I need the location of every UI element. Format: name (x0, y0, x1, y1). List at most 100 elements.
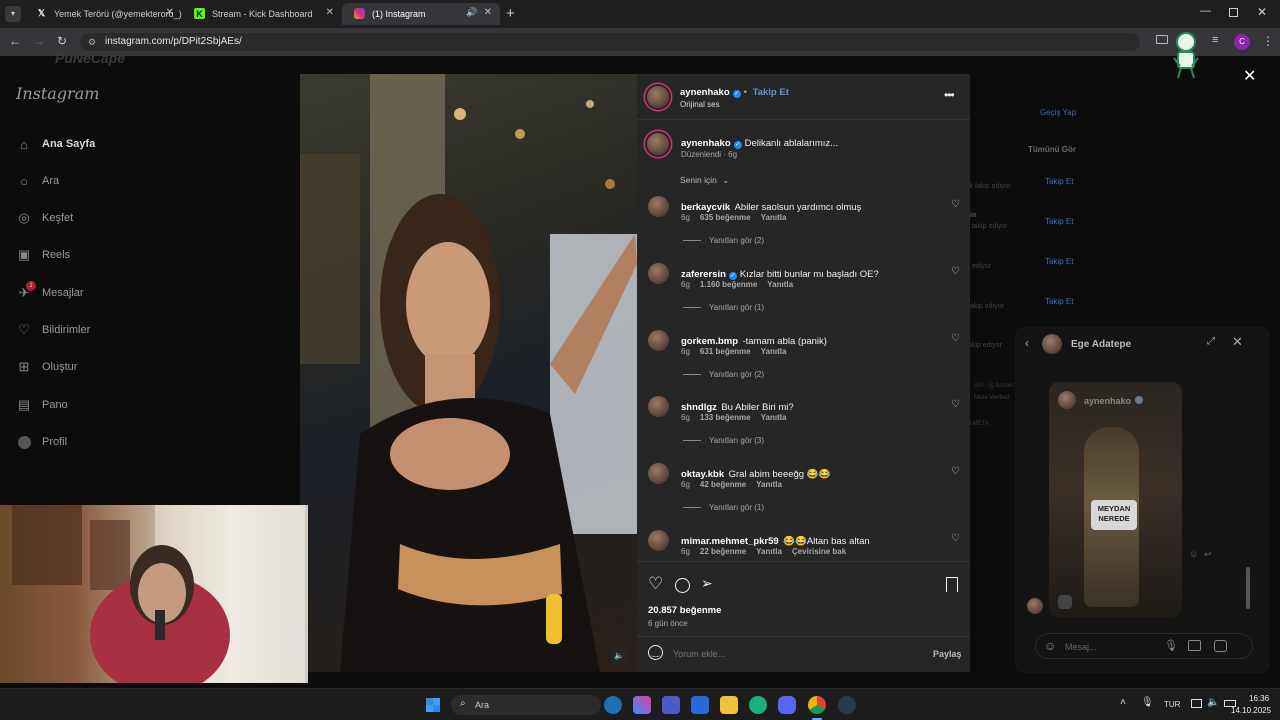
start-icon[interactable] (426, 698, 440, 712)
clock-time[interactable]: 16:36 (1249, 694, 1269, 703)
author-avatar[interactable] (647, 86, 669, 108)
see-all-link[interactable]: Tümünü Gör (1028, 145, 1076, 154)
message-input[interactable]: ☺ Mesaj... 🎙 (1035, 633, 1253, 659)
chrome-icon[interactable] (808, 696, 826, 714)
comment-reply-button[interactable]: Yanıtla (761, 347, 787, 356)
emoji-icon[interactable]: ‿ (648, 645, 663, 660)
microphone-icon[interactable]: 🎙 (1141, 697, 1154, 708)
new-tab-button[interactable]: + (506, 5, 515, 22)
comment-icon[interactable] (675, 578, 690, 593)
comment-like-icon[interactable]: ♡ (951, 466, 960, 477)
chat-avatar[interactable] (1042, 334, 1062, 354)
post-time[interactable]: 6 gün önce (648, 619, 688, 628)
profile-avatar[interactable]: C (1234, 34, 1250, 50)
post-comment-button[interactable]: Paylaş (933, 649, 962, 659)
chevron-up-icon[interactable]: ˄ (1120, 697, 1126, 708)
comment-reply-button[interactable]: Yanıtla (756, 480, 782, 489)
comment-likes[interactable]: 22 beğenme (700, 547, 746, 556)
site-info-icon[interactable]: ⚙ (88, 33, 96, 51)
expand-icon[interactable]: ⤢ (1207, 336, 1215, 347)
comment-like-icon[interactable]: ♡ (951, 533, 960, 544)
sort-dropdown[interactable]: Senin için ⌄ (680, 175, 729, 186)
clock-date[interactable]: 14.10.2025 (1231, 706, 1271, 715)
nav-home[interactable]: ⌂ Ana Sayfa (16, 136, 95, 152)
chat-contact-name[interactable]: Ege Adatepe (1071, 339, 1131, 350)
comment-reply-button[interactable]: Yanıtla (756, 547, 782, 556)
comment-age[interactable]: 6g (681, 413, 690, 422)
reading-list-icon[interactable]: ≡ (1212, 34, 1218, 46)
share-icon[interactable]: ➢ (701, 575, 713, 592)
comment-likes[interactable]: 133 beğenme (700, 413, 751, 422)
view-replies-button[interactable]: Yanıtları gör (3) (683, 436, 764, 445)
suggestion-follow-link[interactable]: Takip Et (1045, 177, 1073, 186)
back-icon[interactable]: ← (9, 34, 21, 48)
chat-scrollbar[interactable] (1246, 567, 1250, 609)
comment-age[interactable]: 6g (681, 480, 690, 489)
close-tab-icon[interactable]: ✕ (484, 7, 492, 18)
close-modal-icon[interactable]: ✕ (1243, 66, 1256, 86)
nav-reels[interactable]: ▣ Reels (16, 247, 70, 263)
caption-username[interactable]: aynenhako (681, 138, 731, 149)
comment-likes[interactable]: 42 beğenme (700, 480, 746, 489)
nav-create[interactable]: ⊞ Oluştur (16, 359, 78, 375)
store-icon[interactable] (691, 696, 709, 714)
comment-username[interactable]: oktay.kbk (681, 469, 724, 480)
author-username[interactable]: aynenhako (680, 87, 730, 98)
menu-icon[interactable]: ⋮ (1262, 34, 1274, 48)
close-window-icon[interactable]: ✕ (1257, 5, 1267, 19)
view-replies-button[interactable]: Yanıtları gör (1) (683, 303, 764, 312)
caption-avatar[interactable] (647, 133, 669, 155)
url-field[interactable]: ⚙ instagram.com/p/DPit2SbjAEs/ (80, 33, 1140, 51)
edge-icon[interactable] (749, 696, 767, 714)
comment-avatar[interactable] (648, 530, 669, 551)
likes-count[interactable]: 20.857 beğenme (648, 605, 721, 616)
comment-reply-button[interactable]: Yanıtla (767, 280, 793, 289)
mute-icon[interactable]: 🔈 (610, 647, 628, 665)
view-replies-button[interactable]: Yanıtları gör (2) (683, 370, 764, 379)
teams-icon[interactable] (662, 696, 680, 714)
suggestion-follow-link[interactable]: Takip Et (1045, 217, 1073, 226)
reply-icon[interactable]: ↩ (1204, 549, 1212, 560)
more-options-icon[interactable]: ••• (944, 88, 955, 102)
comment-reply-button[interactable]: Yanıtla (761, 413, 787, 422)
comment-like-icon[interactable]: ♡ (951, 266, 960, 277)
comment-likes[interactable]: 635 beğenme (700, 213, 751, 222)
edge-dev-icon[interactable] (604, 696, 622, 714)
restore-icon[interactable] (1229, 8, 1238, 17)
comment-input[interactable] (673, 647, 913, 661)
view-replies-button[interactable]: Yanıtları gör (2) (683, 236, 764, 245)
tab-twitter[interactable]: 𝕏 Yemek Terörü (@yemekteroru_) ✕ (24, 3, 182, 25)
minimize-icon[interactable]: — (1200, 5, 1211, 17)
view-replies-button[interactable]: Yanıtları gör (1) (683, 503, 764, 512)
nav-notifications[interactable]: ♡ Bildirimler (16, 322, 90, 338)
emoji-icon[interactable]: ☺ (1044, 639, 1056, 653)
comment-avatar[interactable] (648, 396, 669, 417)
copilot-icon[interactable] (633, 696, 651, 714)
audio-label[interactable]: Orijinal ses (680, 100, 720, 109)
nav-dashboard[interactable]: ▤ Pano (16, 397, 68, 413)
language-indicator[interactable]: TUR (1164, 700, 1180, 709)
like-icon[interactable]: ♡ (648, 574, 663, 594)
comment-like-icon[interactable]: ♡ (951, 399, 960, 410)
comment-username[interactable]: shndlgz (681, 402, 717, 413)
nav-profile[interactable]: Profil (16, 434, 67, 450)
comment-like-icon[interactable]: ♡ (951, 333, 960, 344)
steam-icon[interactable] (838, 696, 856, 714)
taskbar-search[interactable]: ⌕ Ara (451, 695, 601, 715)
comment-username[interactable]: berkaycvik (681, 202, 730, 213)
comment-likes[interactable]: 631 beğenme (700, 347, 751, 356)
close-tab-icon[interactable]: ✕ (166, 7, 174, 18)
image-icon[interactable] (1188, 640, 1201, 651)
discord-icon[interactable] (778, 696, 796, 714)
react-emoji-icon[interactable]: ☺ (1189, 549, 1198, 559)
comment-age[interactable]: 6g (681, 213, 690, 222)
tab-kick[interactable]: K Stream - Kick Dashboard ✕ (182, 3, 342, 25)
nav-messages[interactable]: ✈ Mesajlar 1 (16, 281, 84, 301)
comment-age[interactable]: 6g (681, 547, 690, 556)
tab-instagram[interactable]: (1) Instagram 🔊 ✕ (342, 3, 500, 25)
suggestion-follow-link[interactable]: Takip Et (1045, 297, 1073, 306)
volume-icon[interactable]: 🔈 (1207, 697, 1219, 708)
comment-avatar[interactable] (648, 196, 669, 217)
switch-account-link[interactable]: Geçiş Yap (1040, 108, 1076, 117)
comment-avatar[interactable] (648, 463, 669, 484)
